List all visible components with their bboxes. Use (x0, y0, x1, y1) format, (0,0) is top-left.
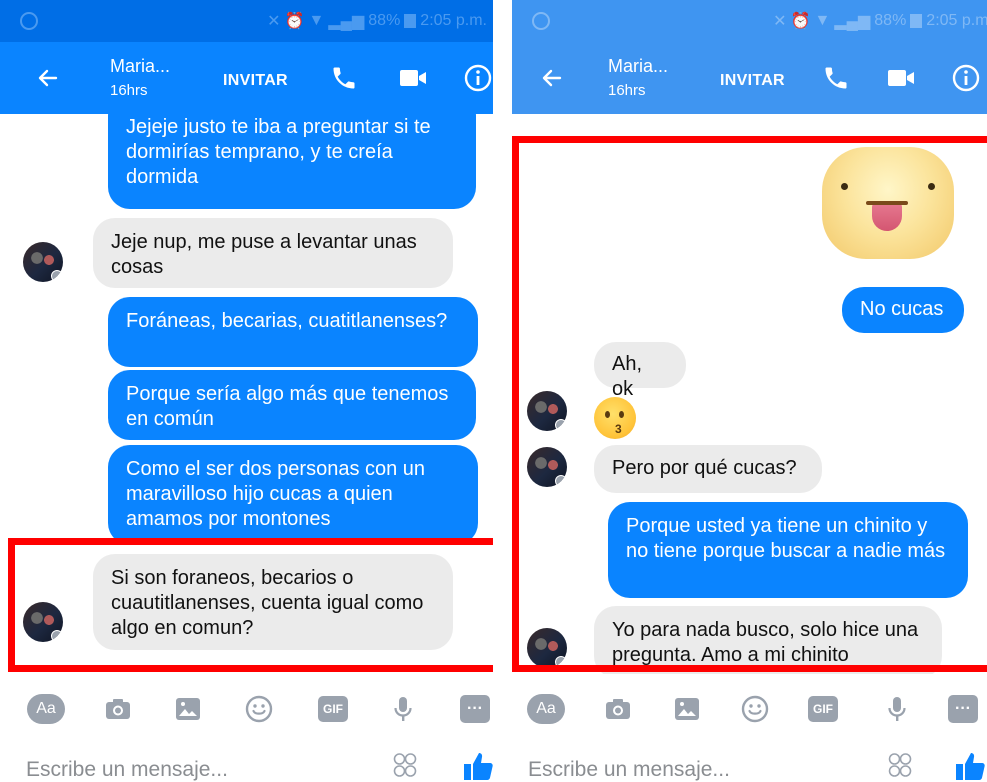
microphone-icon[interactable] (388, 694, 418, 724)
microphone-icon[interactable] (882, 694, 912, 724)
highlight-box (512, 136, 987, 672)
battery-icon (404, 14, 417, 28)
emoji-stickers-icon[interactable] (888, 752, 912, 778)
message-input[interactable]: Escribe un mensaje... (26, 758, 228, 782)
clock: 2:05 p.m. (420, 12, 487, 29)
message-outgoing[interactable]: Como el ser dos personas con un maravill… (108, 445, 478, 545)
more-options-button[interactable]: ··· (948, 695, 978, 723)
text-format-button[interactable]: Aa (527, 694, 565, 724)
left-screenshot: ✕ ⏰ ▼ ▂▄▆ 88% 2:05 p.m. Maria... 16hrs I… (0, 0, 493, 782)
back-arrow-icon[interactable] (36, 66, 60, 90)
emoji-stickers-icon[interactable] (393, 752, 417, 778)
gallery-icon[interactable] (672, 694, 702, 724)
thumbs-up-icon[interactable] (462, 750, 493, 782)
facebook-badge-icon (51, 270, 63, 282)
info-icon[interactable] (952, 64, 980, 92)
last-active: 16hrs (608, 82, 646, 99)
message-outgoing[interactable]: Foráneas, becarias, cuatitlanenses? (108, 297, 478, 367)
message-outgoing[interactable]: Jejeje justo te iba a preguntar si te do… (108, 114, 476, 209)
wifi-icon: ▼ (814, 12, 831, 29)
avatar[interactable] (23, 242, 63, 282)
status-bar: ✕ ⏰ ▼ ▂▄▆ 88% 2:05 p.m. (0, 0, 493, 42)
mute-icon: ✕ (267, 13, 281, 30)
alarm-icon: ⏰ (790, 13, 811, 30)
camera-icon[interactable] (603, 694, 633, 724)
phone-icon[interactable] (822, 64, 850, 92)
message-incoming[interactable]: Jeje nup, me puse a levantar unas cosas (93, 218, 453, 288)
gif-button[interactable]: GIF (318, 696, 348, 722)
message-composer[interactable]: Escribe un mensaje... (0, 742, 493, 782)
video-call-icon[interactable] (398, 66, 428, 90)
emoji-icon[interactable] (740, 694, 770, 724)
wifi-icon: ▼ (308, 12, 325, 29)
info-icon[interactable] (464, 64, 492, 92)
whatsapp-icon (20, 12, 38, 30)
clock: 2:05 p.m. (926, 12, 987, 29)
gif-button[interactable]: GIF (808, 696, 838, 722)
gallery-icon[interactable] (173, 694, 203, 724)
battery-icon (910, 14, 923, 28)
mute-icon: ✕ (773, 13, 787, 30)
more-options-button[interactable]: ··· (460, 695, 490, 723)
contact-name[interactable]: Maria... (110, 56, 170, 77)
back-arrow-icon[interactable] (540, 66, 564, 90)
invite-button[interactable]: INVITAR (223, 72, 288, 90)
alarm-icon: ⏰ (284, 13, 305, 30)
emoji-icon[interactable] (244, 694, 274, 724)
text-format-button[interactable]: Aa (27, 694, 65, 724)
message-composer[interactable]: Escribe un mensaje... (512, 742, 987, 782)
message-outgoing[interactable]: Porque sería algo más que tenemos en com… (108, 370, 476, 440)
invite-button[interactable]: INVITAR (720, 72, 785, 90)
signal-icon: ▂▄▆ (834, 13, 871, 30)
panel-divider (493, 0, 512, 782)
signal-icon: ▂▄▆ (328, 13, 365, 30)
right-screenshot: ✕ ⏰ ▼ ▂▄▆ 88% 2:05 p.m. Maria... 16hrs I… (512, 0, 987, 782)
thumbs-up-icon[interactable] (954, 750, 986, 782)
status-bar: ✕ ⏰ ▼ ▂▄▆ 88% 2:05 p.m. (512, 0, 987, 42)
whatsapp-icon (532, 12, 550, 30)
battery-percent: 88% (874, 12, 907, 29)
last-active: 16hrs (110, 82, 148, 99)
conversation-header: Maria... 16hrs INVITAR (0, 42, 493, 114)
highlight-box (8, 538, 493, 672)
video-call-icon[interactable] (886, 66, 916, 90)
battery-percent: 88% (368, 12, 401, 29)
composer-toolbar: Aa GIF ··· (0, 684, 493, 734)
composer-toolbar: Aa GIF ··· (512, 684, 987, 734)
camera-icon[interactable] (103, 694, 133, 724)
contact-name[interactable]: Maria... (608, 56, 668, 77)
conversation-header: Maria... 16hrs INVITAR (512, 42, 987, 114)
message-input[interactable]: Escribe un mensaje... (528, 758, 730, 782)
phone-icon[interactable] (330, 64, 358, 92)
